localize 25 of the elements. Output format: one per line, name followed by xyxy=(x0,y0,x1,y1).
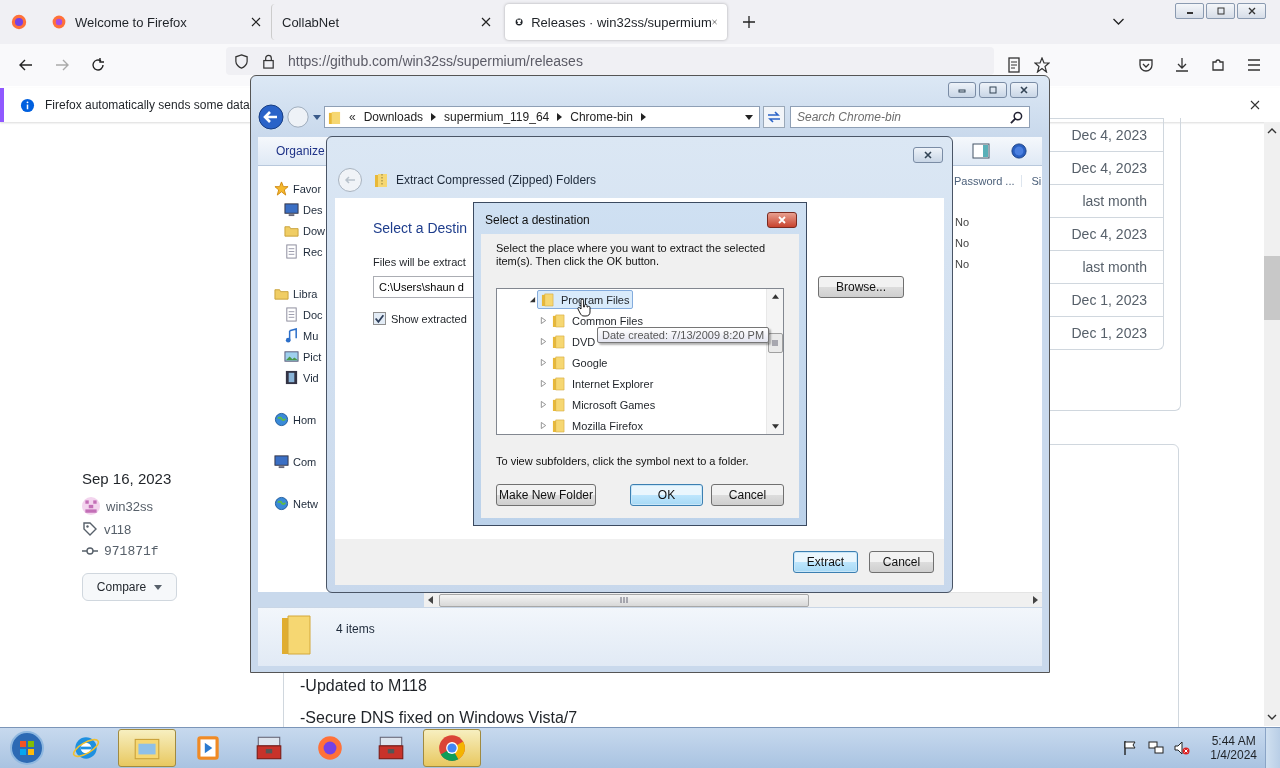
notification-text: Firefox automatically sends some data xyxy=(45,98,250,112)
table-cell-text: No xyxy=(955,237,970,251)
asset-date: Dec 4, 2023 xyxy=(1071,226,1147,242)
clock-date: 1/4/2024 xyxy=(1210,748,1257,762)
asset-date: Dec 4, 2023 xyxy=(1071,160,1147,176)
asset-date: Dec 4, 2023 xyxy=(1071,127,1147,143)
item-count: 4 items xyxy=(336,622,375,636)
table-cell-text: No xyxy=(955,216,970,230)
release-note: -Updated to M118 xyxy=(300,677,428,695)
hint-text: To view subfolders, click the symbol next to a folder. xyxy=(496,455,750,467)
dialog-title: Extract Compressed (Zipped) Folders xyxy=(396,173,597,187)
asset-date: Dec 1, 2023 xyxy=(1071,292,1147,308)
asset-date: last month xyxy=(1082,259,1147,275)
instruction-text: Select the place where you want to extract the selected item(s). Then click the OK button. xyxy=(496,242,767,268)
release-date: Sep 16, 2023 xyxy=(82,470,173,487)
release-note: -Secure DNS fixed on Windows Vista/7 xyxy=(300,709,579,727)
dialog-heading: Select a Destin xyxy=(373,220,468,236)
table-cell-text: No xyxy=(955,258,970,272)
tooltip: Date created: 7/13/2009 8:20 PM xyxy=(597,327,770,343)
clock-time: 5:44 AM xyxy=(1211,734,1256,748)
checkbox-label: Show extracted xyxy=(391,312,467,325)
dialog-title: Select a destination xyxy=(485,213,590,227)
field-label: Files will be extract xyxy=(373,256,466,268)
asset-date: Dec 1, 2023 xyxy=(1071,325,1147,341)
asset-date: last month xyxy=(1082,193,1147,209)
